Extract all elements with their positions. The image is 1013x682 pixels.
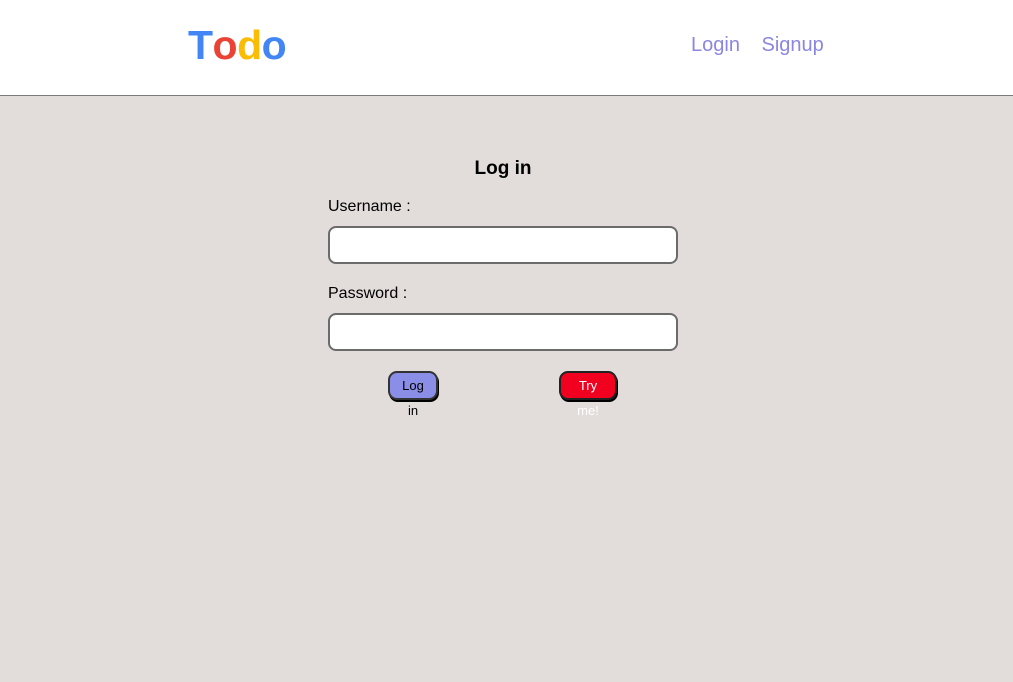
form-title: Log in [474,158,532,179]
username-label: Username : [328,198,411,215]
logo-letter-o2: o [261,22,287,68]
password-input[interactable] [328,313,678,351]
try-me-button[interactable]: Try me! [559,371,617,418]
logo-letter-d: d [237,22,262,68]
logo-letter-t: T [188,22,213,68]
logo[interactable]: Todo [188,22,287,68]
password-label: Password : [328,285,408,302]
logo-letter-o: o [212,22,238,68]
nav-login-link[interactable]: Login [691,34,740,56]
navbar: Todo Login Signup [0,0,1013,96]
login-button[interactable]: Log in [388,371,438,418]
nav-signup-link[interactable]: Signup [762,34,824,56]
username-input[interactable] [328,226,678,264]
nav-links: Login Signup [691,33,824,57]
